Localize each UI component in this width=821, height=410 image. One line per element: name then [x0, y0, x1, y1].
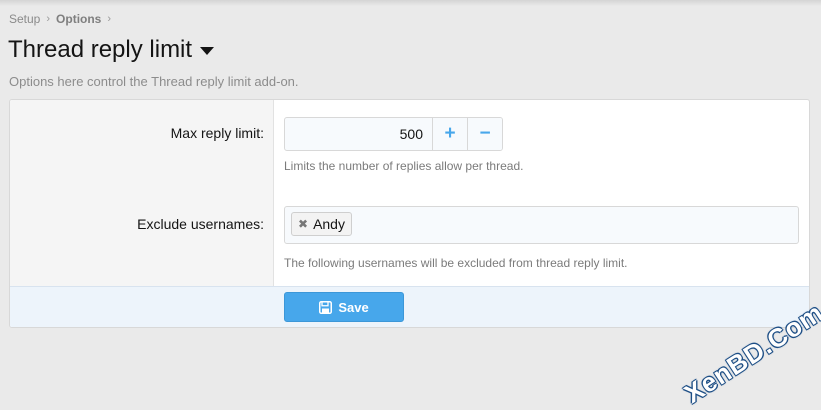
page-title-text: Thread reply limit: [8, 36, 193, 63]
caret-down-icon[interactable]: [200, 47, 215, 55]
max-reply-input[interactable]: 500: [285, 118, 432, 150]
page-description: Options here control the Thread reply li…: [9, 74, 299, 89]
decrement-button[interactable]: −: [467, 118, 502, 150]
increment-button[interactable]: +: [432, 118, 467, 150]
plus-icon: +: [444, 123, 456, 144]
chevron-right-icon: ›: [46, 13, 51, 25]
save-icon: [319, 300, 333, 314]
exclude-usernames-label: Exclude usernames:: [137, 216, 264, 232]
username-tag-label: Andy: [313, 216, 345, 232]
form-footer: Save: [10, 286, 809, 327]
max-reply-hint: Limits the number of replies allow per t…: [284, 159, 524, 173]
remove-tag-icon[interactable]: ✖: [298, 217, 308, 231]
minus-icon: −: [479, 123, 491, 144]
top-shadow: [0, 0, 821, 6]
username-tag: ✖ Andy: [291, 212, 352, 236]
chevron-right-icon: ›: [107, 13, 112, 25]
breadcrumb-setup[interactable]: Setup: [9, 12, 40, 26]
breadcrumb-options[interactable]: Options: [56, 12, 101, 26]
max-reply-stepper: 500 + −: [284, 117, 503, 151]
exclude-usernames-input[interactable]: ✖ Andy: [284, 206, 799, 244]
max-reply-label: Max reply limit:: [170, 125, 264, 141]
save-button-label: Save: [338, 299, 369, 315]
breadcrumb: Setup › Options ›: [9, 12, 117, 26]
exclude-usernames-hint: The following usernames will be excluded…: [284, 256, 628, 270]
save-button[interactable]: Save: [284, 292, 404, 322]
page-title[interactable]: Thread reply limit: [8, 36, 215, 64]
options-panel: Max reply limit: 500 + − Limits the numb…: [9, 99, 810, 328]
